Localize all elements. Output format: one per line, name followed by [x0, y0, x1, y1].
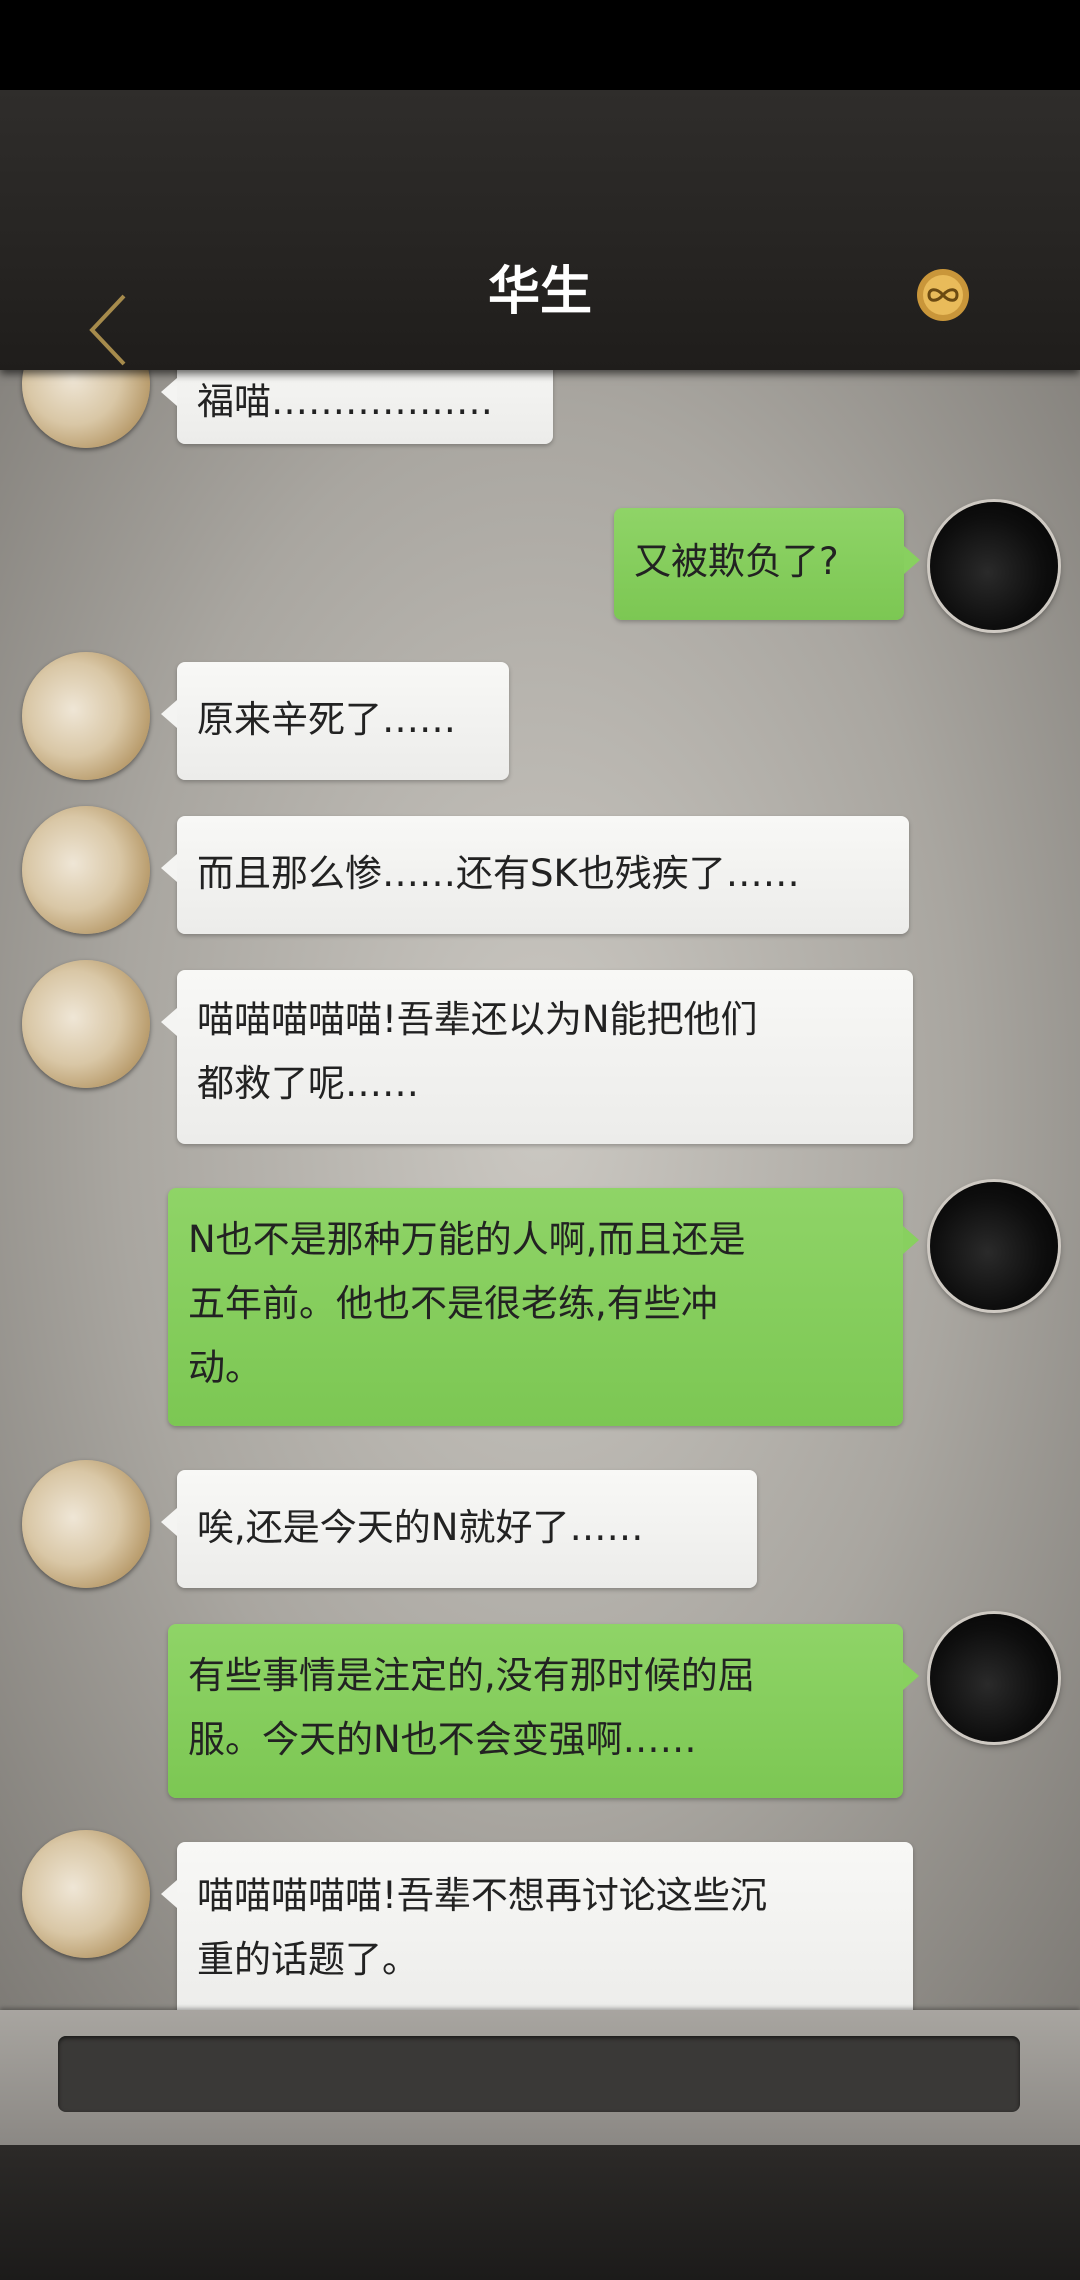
bottom-bar [0, 2145, 1080, 2280]
chat-message-list[interactable]: 福喵……………… 又被欺负了? 原来辛死了…… 而且那么惨……还有SK也残疾了…… [0, 370, 1080, 2010]
message-text-line: 喵喵喵喵喵!吾辈还以为N能把他们 [197, 998, 758, 1041]
cat-avatar[interactable] [22, 370, 150, 448]
gold-infinity-badge-icon[interactable] [914, 266, 972, 324]
message-text: 唉,还是今天的N就好了…… [197, 1506, 644, 1549]
message-text-line: 喵喵喵喵喵!吾辈不想再讨论这些沉 [197, 1874, 767, 1917]
message-bubble[interactable]: 喵喵喵喵喵!吾辈还以为N能把他们 都救了呢…… [161, 970, 913, 1144]
message-bubble[interactable]: 有些事情是注定的,没有那时候的屈 服。今天的N也不会变强啊…… [168, 1624, 919, 1798]
message-bubble[interactable]: 而且那么惨……还有SK也残疾了…… [161, 816, 909, 934]
status-bar [0, 0, 1080, 90]
message-text-line: 服。今天的N也不会变强啊…… [188, 1718, 697, 1761]
message-text-line: 动。 [188, 1346, 262, 1389]
message-bubble[interactable]: 福喵……………… [161, 370, 553, 444]
message-text-line: N也不是那种万能的人啊,而且还是 [188, 1218, 746, 1261]
cat-avatar[interactable] [22, 806, 150, 934]
message-text-line: 重的话题了。 [197, 1938, 419, 1981]
chat-header: 华生 [0, 90, 1080, 370]
message-text: 而且那么惨……还有SK也残疾了…… [197, 852, 800, 895]
message-bubble[interactable]: 唉,还是今天的N就好了…… [161, 1470, 757, 1588]
cat-avatar[interactable] [22, 652, 150, 780]
message-text: 又被欺负了? [634, 540, 839, 583]
cat-avatar[interactable] [22, 960, 150, 1088]
message-text-line: 五年前。他也不是很老练,有些冲 [188, 1282, 718, 1325]
player-avatar[interactable] [930, 1182, 1058, 1310]
player-avatar[interactable] [930, 502, 1058, 630]
cat-avatar[interactable] [22, 1460, 150, 1588]
message-bubble[interactable]: 喵喵喵喵喵!吾辈不想再讨论这些沉 重的话题了。 [161, 1842, 913, 2010]
message-bubble[interactable]: 又被欺负了? [614, 508, 920, 620]
message-text: 福喵……………… [197, 380, 493, 423]
cat-avatar[interactable] [22, 1830, 150, 1958]
message-bubble[interactable]: 原来辛死了…… [161, 662, 509, 780]
message-text-line: 都救了呢…… [197, 1062, 419, 1105]
message-input[interactable] [58, 2036, 1020, 2112]
message-text: 原来辛死了…… [197, 698, 456, 741]
player-avatar[interactable] [930, 1614, 1058, 1742]
message-text-line: 有些事情是注定的,没有那时候的屈 [188, 1654, 755, 1697]
message-bubble[interactable]: N也不是那种万能的人啊,而且还是 五年前。他也不是很老练,有些冲 动。 [168, 1188, 919, 1426]
